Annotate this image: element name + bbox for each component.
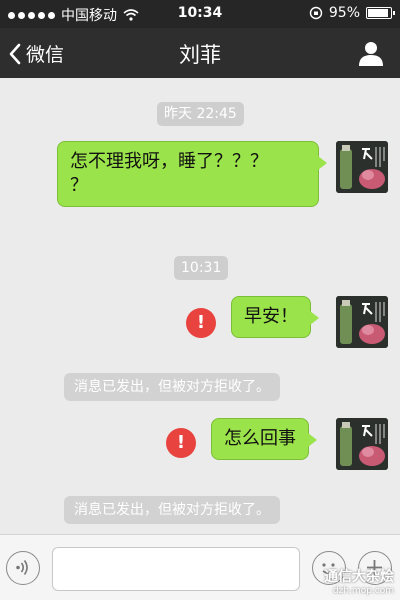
battery-icon [366,7,395,19]
status-bar: 中国移动 10:34 95% [0,0,400,28]
voice-icon [16,560,28,575]
message-timestamp: 昨天 22:45 [157,102,244,126]
status-right: 95% [309,5,395,21]
battery-fill [368,9,388,17]
battery-percent: 95% [328,5,360,21]
input-bar: 通信大杂烩 dzh.mop.com [0,534,400,600]
avatar[interactable] [336,141,388,193]
message-bubble[interactable]: 怎不理我呀，睡了？？？ ？ [57,141,327,207]
chat-area[interactable]: 昨天 22:45 怎不理我呀，睡了？？？ ？ 10:31 ! 早安！ 消息已发出… [0,78,400,534]
send-failed-icon[interactable]: ! [166,428,196,458]
watermark: 通信大杂烩 dzh.mop.com [324,566,394,596]
system-notice: 消息已发出，但被对方拒收了。 [64,496,280,524]
avatar-image [336,141,388,193]
send-failed-icon[interactable]: ! [186,308,216,338]
message-timestamp: 10:31 [174,256,229,280]
nav-bar: 微信 刘菲 [0,28,400,78]
watermark-sub: dzh.mop.com [332,586,394,596]
watermark-main: 通信大杂烩 [324,569,394,585]
message-bubble[interactable]: 早安！ [231,296,319,338]
system-notice: 消息已发出，但被对方拒收了。 [64,373,280,401]
avatar[interactable] [336,296,388,348]
page-title: 刘菲 [179,43,221,67]
message-bubble[interactable]: 怎么回事 [211,418,317,460]
avatar-image [336,296,388,348]
message-input[interactable] [52,547,300,591]
voice-input-button[interactable] [6,551,40,585]
avatar-image [336,418,388,470]
contact-profile-icon[interactable] [358,40,384,66]
avatar[interactable] [336,418,388,470]
rotation-lock-icon [309,6,323,20]
